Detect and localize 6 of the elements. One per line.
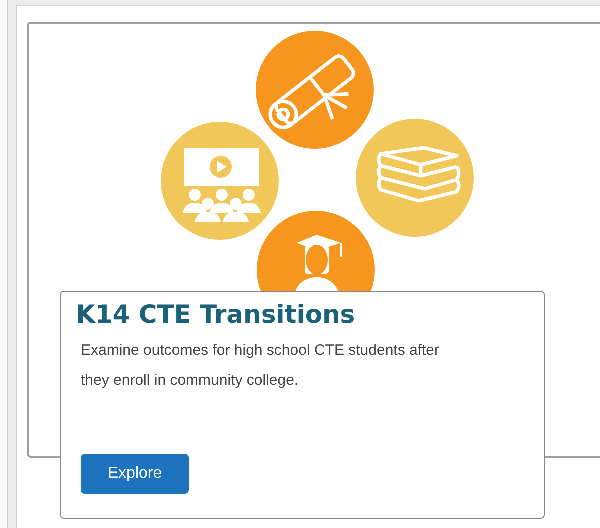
explore-button[interactable]: Explore <box>81 454 189 494</box>
card-title: K14 CTE Transitions <box>76 299 356 331</box>
books-icon <box>356 119 474 237</box>
diploma-icon <box>256 31 374 149</box>
card-description: Examine outcomes for high school CTE students after they enroll in community college. <box>81 341 441 391</box>
presentation-icon <box>161 122 279 240</box>
